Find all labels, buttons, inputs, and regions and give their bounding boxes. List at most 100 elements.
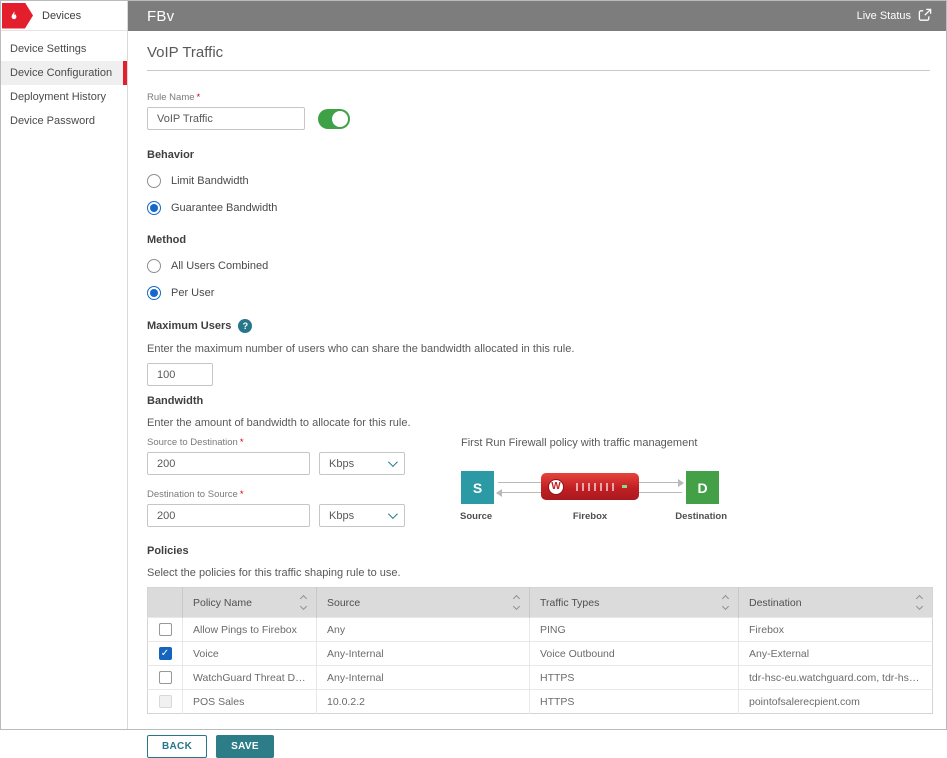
radio-limit-bandwidth[interactable]: Limit Bandwidth (147, 174, 930, 188)
table-row: Allow Pings to Firebox Any PING Firebox (148, 618, 933, 642)
radio-icon (147, 286, 161, 300)
required-asterisk: * (240, 437, 244, 448)
brand-header: Devices (1, 1, 127, 31)
row-checkbox[interactable] (159, 623, 172, 636)
row-checkbox[interactable] (159, 647, 172, 660)
external-link-icon (918, 8, 932, 25)
cell-destination: tdr-hsc-eu.watchguard.com, tdr-hsc-na.wa… (739, 666, 933, 690)
firebox-appliance-icon: W (541, 473, 639, 500)
column-header-traffic-types[interactable]: Traffic Types (530, 588, 739, 618)
cell-source: Any-Internal (317, 666, 530, 690)
radio-guarantee-bandwidth[interactable]: Guarantee Bandwidth (147, 201, 930, 215)
bandwidth-description: Enter the amount of bandwidth to allocat… (147, 417, 930, 429)
policies-label: Policies (147, 545, 930, 557)
cell-source: Any-Internal (317, 642, 530, 666)
sidebar-item-device-settings[interactable]: Device Settings (1, 37, 127, 61)
firebox-ports (576, 483, 616, 491)
policies-description: Select the policies for this traffic sha… (147, 567, 930, 579)
rule-name-input[interactable] (147, 107, 305, 130)
radio-icon (147, 259, 161, 273)
sidebar-item-deployment-history[interactable]: Deployment History (1, 85, 127, 109)
save-button[interactable]: SAVE (216, 735, 274, 758)
select-all-column (148, 588, 183, 618)
sidebar: Devices Device Settings Device Configura… (1, 1, 128, 729)
cell-destination: pointofsalerecpient.com (739, 690, 933, 714)
app-window: Devices Device Settings Device Configura… (0, 0, 947, 730)
method-label: Method (147, 234, 930, 246)
radio-icon (147, 174, 161, 188)
help-icon[interactable]: ? (238, 319, 252, 333)
back-button[interactable]: BACK (147, 735, 207, 758)
rule-enabled-toggle[interactable] (318, 109, 350, 129)
table-row: WatchGuard Threat Detectio... Any-Intern… (148, 666, 933, 690)
cell-policy-name: POS Sales (183, 690, 317, 714)
destination-to-source-unit-select[interactable]: Kbps (319, 504, 405, 527)
main-area: FBv Live Status VoIP Traffic Rule Name* (128, 1, 946, 729)
destination-to-source-input[interactable] (147, 504, 310, 527)
cell-policy-name: WatchGuard Threat Detectio... (183, 666, 317, 690)
brand-label: Devices (42, 10, 81, 22)
chevron-down-icon (388, 457, 398, 467)
watchguard-flame-icon (2, 3, 33, 29)
maximum-users-label: Maximum Users (147, 320, 231, 332)
page-content: VoIP Traffic Rule Name* Behavior Limit B… (128, 31, 946, 758)
cell-source: Any (317, 618, 530, 642)
title-divider (147, 70, 930, 71)
chevron-down-icon (388, 509, 398, 519)
column-header-policy-name[interactable]: Policy Name (183, 588, 317, 618)
cell-traffic-types: PING (530, 618, 739, 642)
cell-policy-name: Voice (183, 642, 317, 666)
diagram-caption: First Run Firewall policy with traffic m… (461, 437, 719, 449)
table-row: Voice Any-Internal Voice Outbound Any-Ex… (148, 642, 933, 666)
radio-all-users-combined[interactable]: All Users Combined (147, 259, 930, 273)
device-title: FBv (147, 8, 174, 25)
policies-table: Policy Name Source Traffic Types (147, 587, 933, 714)
cell-traffic-types: HTTPS (530, 666, 739, 690)
sort-icon (917, 596, 922, 609)
page-title: VoIP Traffic (147, 44, 930, 61)
table-header-row: Policy Name Source Traffic Types (148, 588, 933, 618)
source-to-destination-unit-select[interactable]: Kbps (319, 452, 405, 475)
table-row: POS Sales 10.0.2.2 HTTPS pointofsalerecp… (148, 690, 933, 714)
behavior-label: Behavior (147, 149, 930, 161)
rule-name-label: Rule Name* (147, 92, 930, 103)
bandwidth-fields: Source to Destination* Kbps Destination … (147, 437, 405, 527)
required-asterisk: * (240, 489, 244, 500)
toggle-knob (332, 111, 348, 127)
radio-per-user[interactable]: Per User (147, 286, 930, 300)
live-status-link[interactable]: Live Status (857, 8, 932, 25)
source-to-destination-input[interactable] (147, 452, 310, 475)
column-header-destination[interactable]: Destination (739, 588, 933, 618)
traffic-diagram: First Run Firewall policy with traffic m… (461, 437, 719, 527)
destination-to-source-label: Destination to Source* (147, 489, 405, 500)
watchguard-logo-icon: W (548, 479, 564, 495)
radio-icon (147, 201, 161, 215)
sort-icon (723, 596, 728, 609)
maximum-users-input[interactable] (147, 363, 213, 386)
sort-icon (514, 596, 519, 609)
cell-destination: Firebox (739, 618, 933, 642)
live-status-label: Live Status (857, 10, 911, 22)
cell-traffic-types: Voice Outbound (530, 642, 739, 666)
source-node: S (461, 471, 494, 504)
source-node-label: Source (460, 511, 492, 522)
sidebar-item-device-password[interactable]: Device Password (1, 109, 127, 133)
cell-traffic-types: HTTPS (530, 690, 739, 714)
sidebar-item-device-configuration[interactable]: Device Configuration (1, 61, 127, 85)
sidebar-nav: Device Settings Device Configuration Dep… (1, 31, 127, 133)
topbar: FBv Live Status (128, 1, 946, 31)
firebox-label: Firebox (573, 511, 607, 522)
row-checkbox[interactable] (159, 671, 172, 684)
cell-policy-name: Allow Pings to Firebox (183, 618, 317, 642)
cell-destination: Any-External (739, 642, 933, 666)
firebox-led (622, 485, 627, 488)
required-asterisk: * (197, 92, 201, 103)
source-to-destination-label: Source to Destination* (147, 437, 405, 448)
column-header-source[interactable]: Source (317, 588, 530, 618)
row-checkbox-disabled (159, 695, 172, 708)
cell-source: 10.0.2.2 (317, 690, 530, 714)
destination-node-label: Destination (675, 511, 727, 522)
maximum-users-description: Enter the maximum number of users who ca… (147, 343, 930, 355)
sort-icon (301, 596, 306, 609)
destination-node: D (686, 471, 719, 504)
